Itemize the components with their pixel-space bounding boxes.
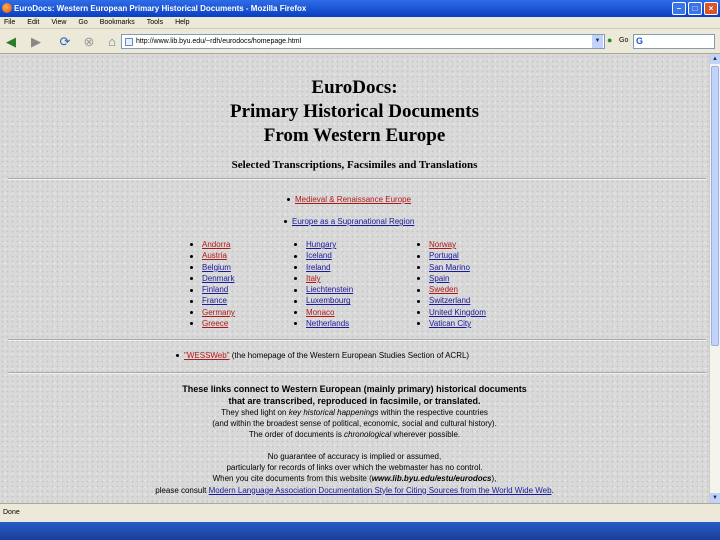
taskbar bbox=[0, 522, 720, 540]
stop-icon[interactable]: ⊗ bbox=[81, 34, 97, 49]
menu-go[interactable]: Go bbox=[78, 19, 87, 26]
home-icon[interactable]: ⌂ bbox=[104, 34, 120, 49]
country-link-vatican-city[interactable]: Vatican City bbox=[429, 319, 471, 328]
navigation-toolbar: ◀ ▶ ⟳ ⊗ ⌂ http://www.lib.byu.edu/~rdh/eu… bbox=[0, 29, 720, 54]
page-content: EuroDocs: Primary Historical Documents F… bbox=[0, 54, 709, 503]
mla-citation-link[interactable]: Modern Language Association Documentatio… bbox=[209, 486, 552, 495]
country-link-greece[interactable]: Greece bbox=[202, 319, 228, 328]
maximize-button[interactable]: □ bbox=[688, 2, 702, 15]
countries-column-3: Norway Portugal San Marino Spain Sweden … bbox=[417, 239, 486, 329]
url-dropdown-icon[interactable]: ▼ bbox=[592, 35, 603, 48]
url-bar[interactable]: http://www.lib.byu.edu/~rdh/eurodocs/hom… bbox=[121, 34, 605, 49]
url-text: http://www.lib.byu.edu/~rdh/eurodocs/hom… bbox=[136, 38, 302, 45]
country-link-france[interactable]: France bbox=[202, 296, 227, 305]
country-link-luxembourg[interactable]: Luxembourg bbox=[306, 296, 350, 305]
medieval-item: Medieval & Renaissance Europe bbox=[287, 195, 411, 204]
country-link-finland[interactable]: Finland bbox=[202, 285, 228, 294]
menu-tools[interactable]: Tools bbox=[147, 19, 163, 26]
country-link-united-kingdom[interactable]: United Kingdom bbox=[429, 308, 486, 317]
country-link-ireland[interactable]: Ireland bbox=[306, 263, 330, 272]
country-link-san-marino[interactable]: San Marino bbox=[429, 263, 470, 272]
browser-window: EuroDocs: Western European Primary Histo… bbox=[0, 0, 720, 522]
wessweb-description: (the homepage of the Western European St… bbox=[229, 351, 470, 360]
country-link-iceland[interactable]: Iceland bbox=[306, 251, 332, 260]
forward-arrow-icon[interactable]: ▶ bbox=[28, 34, 44, 49]
vertical-scrollbar[interactable]: ▲ ▼ bbox=[709, 54, 720, 503]
country-link-austria[interactable]: Austria bbox=[202, 251, 227, 260]
wessweb-item: "WESSWeb" (the homepage of the Western E… bbox=[176, 351, 469, 360]
country-link-switzerland[interactable]: Switzerland bbox=[429, 296, 470, 305]
close-button[interactable]: × bbox=[704, 2, 718, 15]
menu-view[interactable]: View bbox=[51, 19, 66, 26]
country-link-hungary[interactable]: Hungary bbox=[306, 240, 336, 249]
country-link-norway[interactable]: Norway bbox=[429, 240, 456, 249]
countries-column-2: Hungary Iceland Ireland Italy Liechtenst… bbox=[294, 239, 353, 329]
bullet-icon bbox=[284, 220, 287, 224]
menu-help[interactable]: Help bbox=[175, 19, 189, 26]
page-title: EuroDocs: Primary Historical Documents F… bbox=[229, 77, 480, 146]
country-link-liechtenstein[interactable]: Liechtenstein bbox=[306, 285, 353, 294]
intro-text: They shed light on key historical happen… bbox=[212, 408, 497, 440]
status-bar: Done bbox=[0, 503, 720, 522]
wessweb-link[interactable]: "WESSWeb" bbox=[184, 351, 230, 360]
status-text: Done bbox=[3, 509, 20, 516]
divider bbox=[8, 339, 706, 341]
page-subtitle: Selected Transcriptions, Facsimiles and … bbox=[231, 159, 478, 171]
country-link-netherlands[interactable]: Netherlands bbox=[306, 319, 349, 328]
scroll-down-icon[interactable]: ▼ bbox=[710, 493, 720, 503]
go-icon[interactable]: ● bbox=[607, 35, 612, 45]
page-icon bbox=[125, 38, 133, 46]
title-bar: EuroDocs: Western European Primary Histo… bbox=[0, 0, 720, 17]
country-link-italy[interactable]: Italy bbox=[306, 274, 321, 283]
minimize-button[interactable]: – bbox=[672, 2, 686, 15]
countries-column-1: Andorra Austria Belgium Denmark Finland … bbox=[190, 239, 235, 329]
intro-bold: These links connect to Western European … bbox=[182, 384, 527, 406]
menu-file[interactable]: File bbox=[4, 19, 15, 26]
divider bbox=[8, 372, 706, 374]
back-arrow-icon[interactable]: ◀ bbox=[3, 34, 19, 49]
supranational-item: Europe as a Supranational Region bbox=[284, 217, 414, 226]
window-title: EuroDocs: Western European Primary Histo… bbox=[14, 4, 307, 13]
country-link-andorra[interactable]: Andorra bbox=[202, 240, 230, 249]
reload-icon[interactable]: ⟳ bbox=[57, 34, 73, 49]
country-link-denmark[interactable]: Denmark bbox=[202, 274, 234, 283]
scroll-thumb[interactable] bbox=[711, 66, 719, 346]
menu-bookmarks[interactable]: Bookmarks bbox=[100, 19, 135, 26]
google-icon: G bbox=[636, 36, 644, 46]
medieval-link[interactable]: Medieval & Renaissance Europe bbox=[295, 195, 411, 204]
disclaimer-text: No guarantee of accuracy is implied or a… bbox=[155, 452, 554, 495]
scroll-up-icon[interactable]: ▲ bbox=[710, 54, 720, 64]
menu-bar: File Edit View Go Bookmarks Tools Help bbox=[0, 17, 720, 29]
country-link-sweden[interactable]: Sweden bbox=[429, 285, 458, 294]
search-input[interactable]: G bbox=[633, 34, 715, 49]
firefox-icon bbox=[2, 3, 12, 13]
country-link-monaco[interactable]: Monaco bbox=[306, 308, 334, 317]
country-link-portugal[interactable]: Portugal bbox=[429, 251, 459, 260]
menu-edit[interactable]: Edit bbox=[27, 19, 39, 26]
country-link-germany[interactable]: Germany bbox=[202, 308, 235, 317]
supranational-link[interactable]: Europe as a Supranational Region bbox=[292, 217, 414, 226]
bullet-icon bbox=[176, 354, 179, 358]
bullet-icon bbox=[287, 198, 290, 202]
country-link-spain[interactable]: Spain bbox=[429, 274, 449, 283]
go-label[interactable]: Go bbox=[619, 37, 628, 44]
country-link-belgium[interactable]: Belgium bbox=[202, 263, 231, 272]
divider bbox=[8, 178, 706, 180]
